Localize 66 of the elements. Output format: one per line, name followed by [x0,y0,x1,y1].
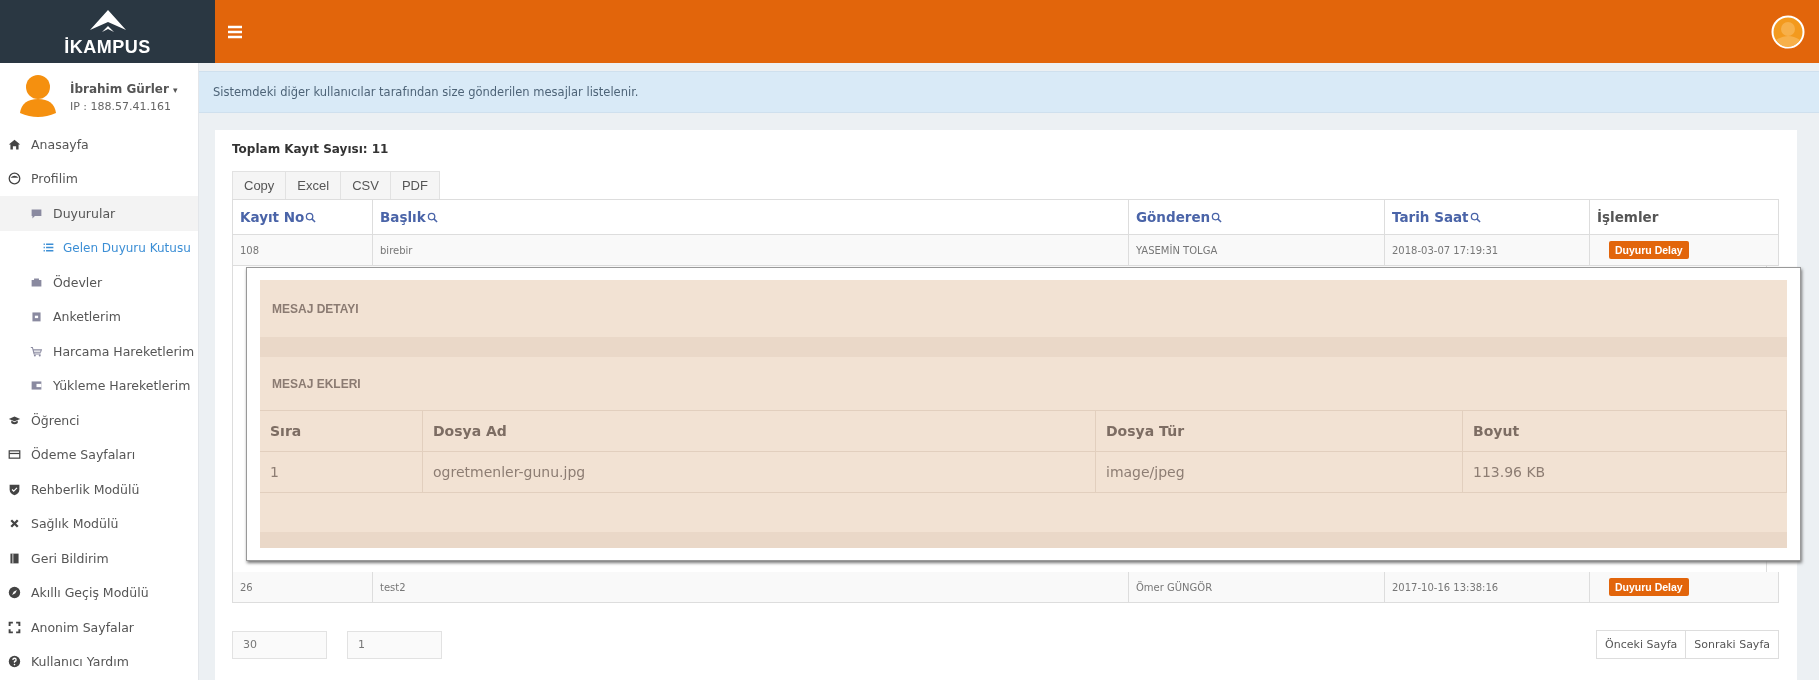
shield-check-icon [8,482,21,496]
column-header: Dosya Tür [1096,411,1463,452]
sidebar-item[interactable]: Akıllı Geçiş Modülü [0,575,198,610]
section-title: MESAJ EKLERI [271,375,362,393]
help-icon [8,655,21,669]
search-icon[interactable] [305,211,317,223]
column-header: Dosya Ad [423,411,1096,452]
export-button[interactable]: Excel [285,171,342,199]
table-cell: 2018-03-07 17:19:31 [1385,235,1590,266]
briefcase-icon [30,275,43,289]
page-number-field[interactable]: 1 [347,630,442,659]
search-icon[interactable] [1469,211,1481,223]
previous-page-button[interactable]: Önceki Sayfa [1596,630,1687,659]
chat-icon [30,206,43,220]
sidebar-item[interactable]: Anonim Sayfalar [0,610,198,645]
column-header: Sıra [260,411,423,452]
sidebar-item[interactable]: Sağlık Modülü [0,506,198,541]
next-page-button[interactable]: Sonraki Sayfa [1685,630,1779,659]
graduation-cap-icon [8,413,21,427]
sidebar-item[interactable]: Geri Bildirim [0,541,198,576]
credit-card-icon [8,448,21,462]
table-cell: Ömer GÜNGÖR [1129,572,1385,603]
caret-icon[interactable]: ▾ [172,84,178,95]
brand-name: İKAMPUS [64,37,151,56]
total-count: Toplam Kayıt Sayısı: 11 [232,142,390,156]
sidebar-item[interactable]: Öğrenci [0,403,198,438]
table-cell: birebir [373,235,1129,266]
info-banner: Sistemdeki diğer kullanıcılar tarafından size gönderilen mesajlar listelenir. [199,71,1819,113]
page-size-field[interactable]: 30 [232,630,327,659]
table-cell: YASEMİN TOLGA [1129,235,1385,266]
avatar-icon[interactable] [1771,14,1805,49]
sidebar-item[interactable]: Ödeme Sayfaları [0,437,198,472]
sidebar-item[interactable]: Harcama Hareketlerim [0,334,198,369]
sidebar-item[interactable]: Kullanıcı Yardım [0,644,198,679]
table-cell: 26 [233,572,373,603]
sidebar-item[interactable]: Rehberlik Modülü [0,472,198,507]
table-cell: 113.96 KB [1463,452,1787,493]
section-title: MESAJ DETAYI [271,300,360,318]
sidebar-item[interactable]: Duyurular [0,196,198,231]
user-ip: IP : 188.57.41.161 [70,99,173,113]
table-cell: 108 [233,235,373,266]
export-button[interactable]: PDF [389,171,440,199]
clipboard-icon [30,310,43,324]
search-icon[interactable] [1211,211,1223,223]
sidebar-item[interactable]: Profilim [0,161,198,196]
table-cell: test2 [373,572,1129,603]
book-icon [8,551,21,565]
export-button[interactable]: Copy [232,171,287,199]
sidebar-item[interactable]: Anasayfa [0,127,198,162]
sidebar-item[interactable]: Anketlerim [0,299,198,334]
user-avatar-icon [18,73,58,117]
sidebar-item[interactable]: Ödevler [0,265,198,300]
home-icon [8,137,21,151]
compass-icon [8,586,21,600]
sidebar-item[interactable]: Yükleme Hareketlerim [0,368,198,403]
user-name[interactable]: İbrahim Gürler [70,81,169,96]
table-cell: 2017-10-16 13:38:16 [1385,572,1590,603]
search-icon[interactable] [426,211,438,223]
wallet-icon [30,379,43,393]
table-cell: image/jpeg [1096,452,1463,493]
expand-icon [8,620,21,634]
export-button[interactable]: CSV [340,171,391,199]
table-cell: ogretmenler-gunu.jpg [423,452,1096,493]
cart-icon [30,344,43,358]
column-header: Boyut [1463,411,1787,452]
table-cell: 1 [260,452,423,493]
